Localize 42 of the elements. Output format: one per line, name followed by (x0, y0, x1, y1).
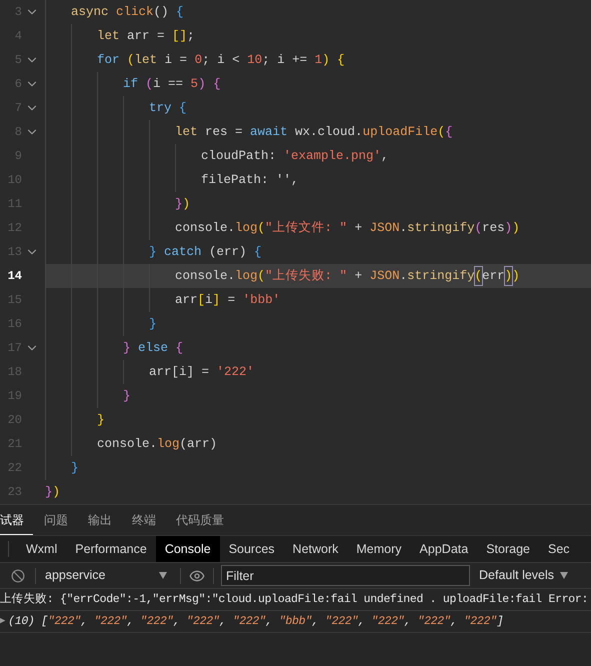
panel-tab[interactable]: 终端 (123, 505, 165, 535)
devtools-tab[interactable]: Memory (347, 536, 411, 562)
code-line: for (let i = 0; i < 10; i += 1) { (45, 48, 591, 72)
code-line: console.log(arr) (45, 432, 591, 456)
log-levels-select[interactable]: Default levels (479, 566, 568, 585)
context-select[interactable]: appservice (36, 566, 176, 585)
code-line: async click() { (45, 0, 591, 24)
clear-console-icon[interactable] (11, 568, 25, 582)
line-number: 14 (6, 268, 22, 285)
panel-tab[interactable]: 问题 (35, 505, 77, 535)
code-line: } (45, 312, 591, 336)
devtools-tab[interactable]: Performance (66, 536, 156, 562)
code-line: } (45, 456, 591, 480)
code-line: } else { (45, 336, 591, 360)
filter-field[interactable]: Filter (221, 565, 470, 586)
code-line: arr[i] = '222' (45, 360, 591, 384)
devtools-tab[interactable]: Sec (538, 536, 579, 562)
code-line: }) (45, 484, 62, 501)
devtools-tab[interactable]: Network (284, 536, 348, 562)
panel-tab[interactable]: 输出 (79, 505, 121, 535)
devtools-tab[interactable]: Wxml (17, 536, 66, 562)
code-line: if (i == 5) { (45, 72, 591, 96)
console-array-output: ▶ (10) ["222", "222", "222", "222", "222", "bbb", "222", "222", "222", "222"] (0, 611, 591, 633)
dropdown-caret-icon (560, 572, 568, 579)
code-line: filePath: '', (45, 168, 591, 192)
code-line: }) (45, 192, 591, 216)
eye-icon[interactable] (189, 568, 205, 584)
devtools-tab[interactable]: Storage (477, 536, 539, 562)
dropdown-caret-icon (159, 572, 167, 579)
console-log-message: 上传失败: {"errCode":-1,"errMsg":"cloud.uploadFile:fail undefined . uploadFile:fail Error: (0, 589, 591, 611)
code-line: let arr = []; (45, 24, 591, 48)
code-line: } (45, 408, 591, 432)
devtools-tab[interactable]: Console (156, 536, 220, 562)
code-line: } (45, 384, 591, 408)
devtools-tab[interactable]: Sources (220, 536, 284, 562)
devtools-tab[interactable]: AppData (410, 536, 478, 562)
panel-tab[interactable]: 代码质量 (167, 505, 233, 535)
code-line: cloudPath: 'example.png', (45, 144, 591, 168)
code-line: arr[i] = 'bbb' (45, 288, 591, 312)
code-line: let res = await wx.cloud.uploadFile({ (45, 120, 591, 144)
code-line: try { (45, 96, 591, 120)
code-line: console.log("上传文件: " + JSON.stringify(res)) (45, 216, 591, 240)
